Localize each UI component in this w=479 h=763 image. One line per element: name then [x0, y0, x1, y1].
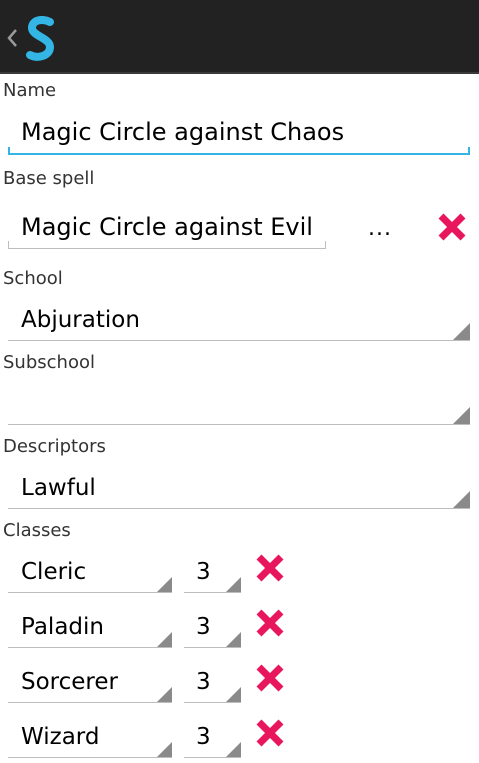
base-spell-underline — [8, 248, 326, 249]
school-label: School — [3, 268, 63, 289]
subschool-dropdown-icon[interactable] — [453, 407, 470, 424]
class-level-underline — [184, 592, 241, 593]
remove-class-icon[interactable] — [254, 552, 286, 584]
remove-class-icon[interactable] — [254, 607, 286, 639]
class-name-spinner[interactable]: Cleric — [21, 559, 86, 585]
class-name-dropdown-icon[interactable] — [157, 687, 172, 702]
name-field[interactable]: Magic Circle against Chaos — [21, 118, 344, 146]
app-logo-s-icon[interactable] — [26, 16, 56, 62]
class-level-spinner[interactable]: 3 — [196, 559, 211, 585]
subschool-label: Subschool — [3, 352, 95, 373]
class-name-spinner[interactable]: Paladin — [21, 614, 104, 640]
class-level-dropdown-icon[interactable] — [226, 632, 241, 647]
browse-base-spell-button[interactable]: ... — [368, 216, 392, 241]
school-spinner[interactable]: Abjuration — [21, 307, 140, 333]
class-level-spinner[interactable]: 3 — [196, 724, 211, 750]
descriptors-spinner[interactable]: Lawful — [21, 475, 96, 501]
remove-class-icon[interactable] — [254, 717, 286, 749]
classes-label: Classes — [3, 520, 71, 541]
descriptors-label: Descriptors — [3, 436, 106, 457]
base-spell-field[interactable]: Magic Circle against Evil — [21, 213, 313, 241]
name-label: Name — [3, 80, 57, 101]
school-dropdown-icon[interactable] — [453, 323, 470, 340]
chevron-left-icon[interactable] — [4, 24, 20, 52]
class-level-dropdown-icon[interactable] — [226, 687, 241, 702]
class-name-spinner[interactable]: Wizard — [21, 724, 99, 750]
class-name-dropdown-icon[interactable] — [157, 577, 172, 592]
class-name-dropdown-icon[interactable] — [157, 632, 172, 647]
school-spinner-underline — [8, 340, 470, 341]
class-level-spinner[interactable]: 3 — [196, 669, 211, 695]
class-name-underline — [8, 757, 172, 758]
descriptors-dropdown-icon[interactable] — [453, 491, 470, 508]
class-level-dropdown-icon[interactable] — [226, 577, 241, 592]
base-spell-label: Base spell — [3, 168, 95, 189]
class-name-underline — [8, 592, 172, 593]
class-level-underline — [184, 757, 241, 758]
name-field-focus-underline — [8, 147, 470, 155]
base-spell-underline-right-tick — [325, 241, 326, 249]
base-spell-underline-left-tick — [8, 241, 9, 249]
descriptors-spinner-underline — [8, 508, 470, 509]
class-name-underline — [8, 647, 172, 648]
class-name-dropdown-icon[interactable] — [157, 742, 172, 757]
class-level-underline — [184, 702, 241, 703]
remove-class-icon[interactable] — [254, 662, 286, 694]
class-level-dropdown-icon[interactable] — [226, 742, 241, 757]
action-bar — [0, 0, 479, 74]
class-level-underline — [184, 647, 241, 648]
class-level-spinner[interactable]: 3 — [196, 614, 211, 640]
class-name-spinner[interactable]: Sorcerer — [21, 669, 118, 695]
clear-base-spell-icon[interactable] — [436, 211, 468, 243]
subschool-spinner-underline — [8, 424, 470, 425]
class-name-underline — [8, 702, 172, 703]
